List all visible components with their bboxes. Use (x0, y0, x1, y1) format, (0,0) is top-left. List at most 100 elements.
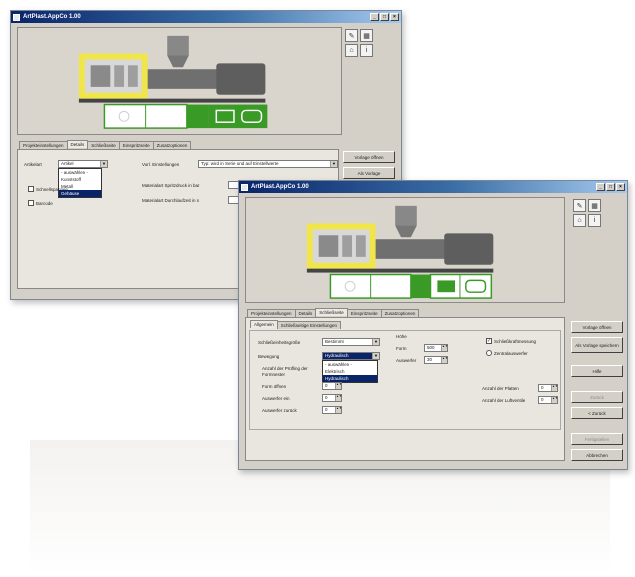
artikelart-select[interactable]: Artikel ▼ (58, 160, 108, 168)
machine-illustration (245, 197, 565, 303)
hopper-shape (167, 35, 189, 56)
tab-zusatzoptionen[interactable]: Zusatzoptionen (152, 141, 192, 149)
spritzdruck-label: Materialart Spritzdruck in bar (142, 183, 200, 188)
anzahl-platten-spinner[interactable]: 0 ▲▼ (538, 384, 558, 392)
house-icon[interactable]: ⌂ (345, 44, 358, 57)
back-button[interactable]: < Zurück (571, 407, 623, 419)
dropdown-option-selected[interactable]: Hydraulisch (323, 375, 377, 382)
tab-details[interactable]: Details (294, 309, 317, 317)
subtab-schliessseitige[interactable]: Schließseitige Einstellungen (276, 321, 342, 329)
checkmark-icon: ✓ (486, 338, 492, 344)
hopper-funnel-shape (167, 55, 189, 68)
title-bar[interactable]: ArtPlast.AppCo 1.00 _ □ × (239, 181, 627, 193)
maximize-icon[interactable]: □ (606, 183, 615, 191)
window-title: ArtPlast.AppCo 1.00 (23, 14, 81, 20)
vorlage-oeffnen-button[interactable]: Vorlage öffnen (343, 151, 395, 163)
side-toolbar: ✎ ▦ ⌂ i (573, 199, 601, 227)
back-tabs: Projekteinstellungen Details Schließseit… (19, 140, 192, 149)
pencil-icon[interactable]: ✎ (345, 29, 358, 42)
tab-zusatzoptionen[interactable]: Zusatzoptionen (380, 309, 420, 317)
chart-icon[interactable]: ▦ (360, 29, 373, 42)
injection-machine-diagram (306, 205, 494, 299)
auswerfer-zurueck-spinner[interactable]: 0 ▲▼ (322, 406, 342, 414)
vorlage-oeffnen-button[interactable]: Vorlage öffnen (571, 321, 623, 333)
tab-einspritzseite[interactable]: Einspritzseite (118, 141, 154, 149)
front-tabs: Projekteinstellungen Details Schließseit… (247, 308, 420, 317)
anzahl-luftventile-spinner[interactable]: 0 ▲▼ (538, 396, 558, 404)
schliesseinheit-select[interactable]: Bestimmt ▼ (322, 338, 380, 346)
sub-tabs: Allgemein Schließseitige Einstellungen (250, 320, 342, 329)
auswerfer-label: Auswerfer (396, 358, 417, 363)
tab-schliessseite[interactable]: Schließseite (315, 308, 348, 316)
fertigstellen-button[interactable]: Fertigstellen (571, 433, 623, 445)
chevron-down-icon: ▼ (372, 339, 379, 345)
anzahl-luftventile-label: Anzahl der Luftventile (482, 398, 526, 403)
tab-schliessseite[interactable]: Schließseite (87, 141, 120, 149)
chevron-down-icon: ▼ (330, 161, 337, 167)
schnellspannen-checkbox[interactable]: Schnellspannen (28, 186, 68, 192)
tab-projekteinstellungen[interactable]: Projekteinstellungen (19, 141, 68, 149)
screw-icon (437, 280, 456, 293)
bewegung-dropdown: - auswählen - Elektrisch Hydraulisch (322, 360, 378, 383)
zurueck-button-disabled[interactable]: Zurück (571, 391, 623, 403)
vorl-einstellungen-select[interactable]: Typ: wird in Serie und auf Einstellwerte… (198, 160, 338, 168)
anzahl-pruefling-label: Anzahl der Prüfling der Formnester (262, 366, 308, 377)
form-oeffnen-label: Form öffnen (262, 384, 287, 389)
schliesskraftmessung-checkbox[interactable]: ✓ Schließkraftmessung (486, 338, 536, 344)
title-bar[interactable]: ArtPlast.AppCo 1.00 _ □ × (11, 11, 401, 23)
hilfe-button[interactable]: Hilfe (571, 365, 623, 377)
anzahl-platten-label: Anzahl der Platten (482, 386, 519, 391)
form-hoehe-spinner[interactable]: 500 ▲▼ (424, 344, 448, 352)
barcode-checkbox[interactable]: Barcode (28, 200, 53, 206)
subtab-allgemein[interactable]: Allgemein (250, 320, 278, 328)
abbrechen-button[interactable]: Abbrechen (571, 449, 623, 461)
auswerfer-ein-spinner[interactable]: 0 ▲▼ (322, 394, 342, 402)
maximize-icon[interactable]: □ (380, 13, 389, 21)
info-icon[interactable]: i (588, 214, 601, 227)
side-toolbar: ✎ ▦ ⌂ i (345, 29, 373, 57)
front-window: ArtPlast.AppCo 1.00 _ □ × ✎ ▦ ⌂ i Projek… (238, 180, 628, 470)
vorl-einstellungen-label: Vorl. Einstellungen (142, 162, 180, 167)
dropdown-option[interactable]: - auswählen - (323, 361, 377, 368)
form-oeffnen-spinner[interactable]: 0 ▲▼ (322, 382, 342, 390)
close-icon[interactable]: × (616, 183, 625, 191)
chart-icon[interactable]: ▦ (588, 199, 601, 212)
artikelart-dropdown: - auswählen - Kunststoff Metall Gehäuse (58, 168, 102, 198)
bewegung-label: Bewegung (258, 354, 280, 359)
platen-shape (90, 65, 111, 87)
hoehe-label: Höhe (396, 334, 407, 339)
bewegung-select[interactable]: Hydraulisch ▼ (322, 352, 380, 360)
form-label: Form (396, 346, 407, 351)
app-icon (13, 13, 20, 21)
tab-details[interactable]: Details (66, 140, 89, 148)
allgemein-panel (249, 330, 561, 430)
zentralauswerfer-radio[interactable]: Zentralauswerfer (486, 350, 528, 356)
minimize-icon[interactable]: _ (370, 13, 379, 21)
schliesseinheit-label: Schließeinheitsgröße (258, 340, 301, 345)
durchlaufzeit-label: Materialart Durchlaufzeit in s (142, 198, 200, 203)
injection-machine-diagram (78, 35, 268, 129)
drive-unit-shape (216, 63, 266, 95)
close-icon[interactable]: × (390, 13, 399, 21)
dropdown-option[interactable]: - auswählen - (59, 169, 101, 176)
auswerfer-ein-label: Auswerfer ein (262, 396, 290, 401)
info-icon[interactable]: i (360, 44, 373, 57)
pencil-icon[interactable]: ✎ (573, 199, 586, 212)
artikelart-label: Artikelart (24, 162, 42, 167)
tab-einspritzseite[interactable]: Einspritzseite (346, 309, 382, 317)
app-icon (241, 183, 248, 191)
auswerfer-hoehe-spinner[interactable]: 30 ▲▼ (424, 356, 448, 364)
chevron-down-icon: ▼ (372, 353, 379, 359)
dropdown-option[interactable]: Kunststoff (59, 176, 101, 183)
machine-illustration (17, 27, 342, 135)
front-tabpane: Allgemein Schließseitige Einstellungen S… (245, 317, 565, 461)
als-vorlage-button[interactable]: Als Vorlage (343, 167, 395, 179)
minimize-icon[interactable]: _ (596, 183, 605, 191)
window-title: ArtPlast.AppCo 1.00 (251, 184, 309, 190)
auswerfer-zurueck-label: Auswerfer zurück (262, 408, 297, 413)
dropdown-option[interactable]: Elektrisch (323, 368, 377, 375)
chevron-down-icon: ▼ (100, 161, 107, 167)
tab-projekteinstellungen[interactable]: Projekteinstellungen (247, 309, 296, 317)
als-vorlage-speichern-button[interactable]: Als Vorlage speichern (571, 337, 623, 353)
house-icon[interactable]: ⌂ (573, 214, 586, 227)
